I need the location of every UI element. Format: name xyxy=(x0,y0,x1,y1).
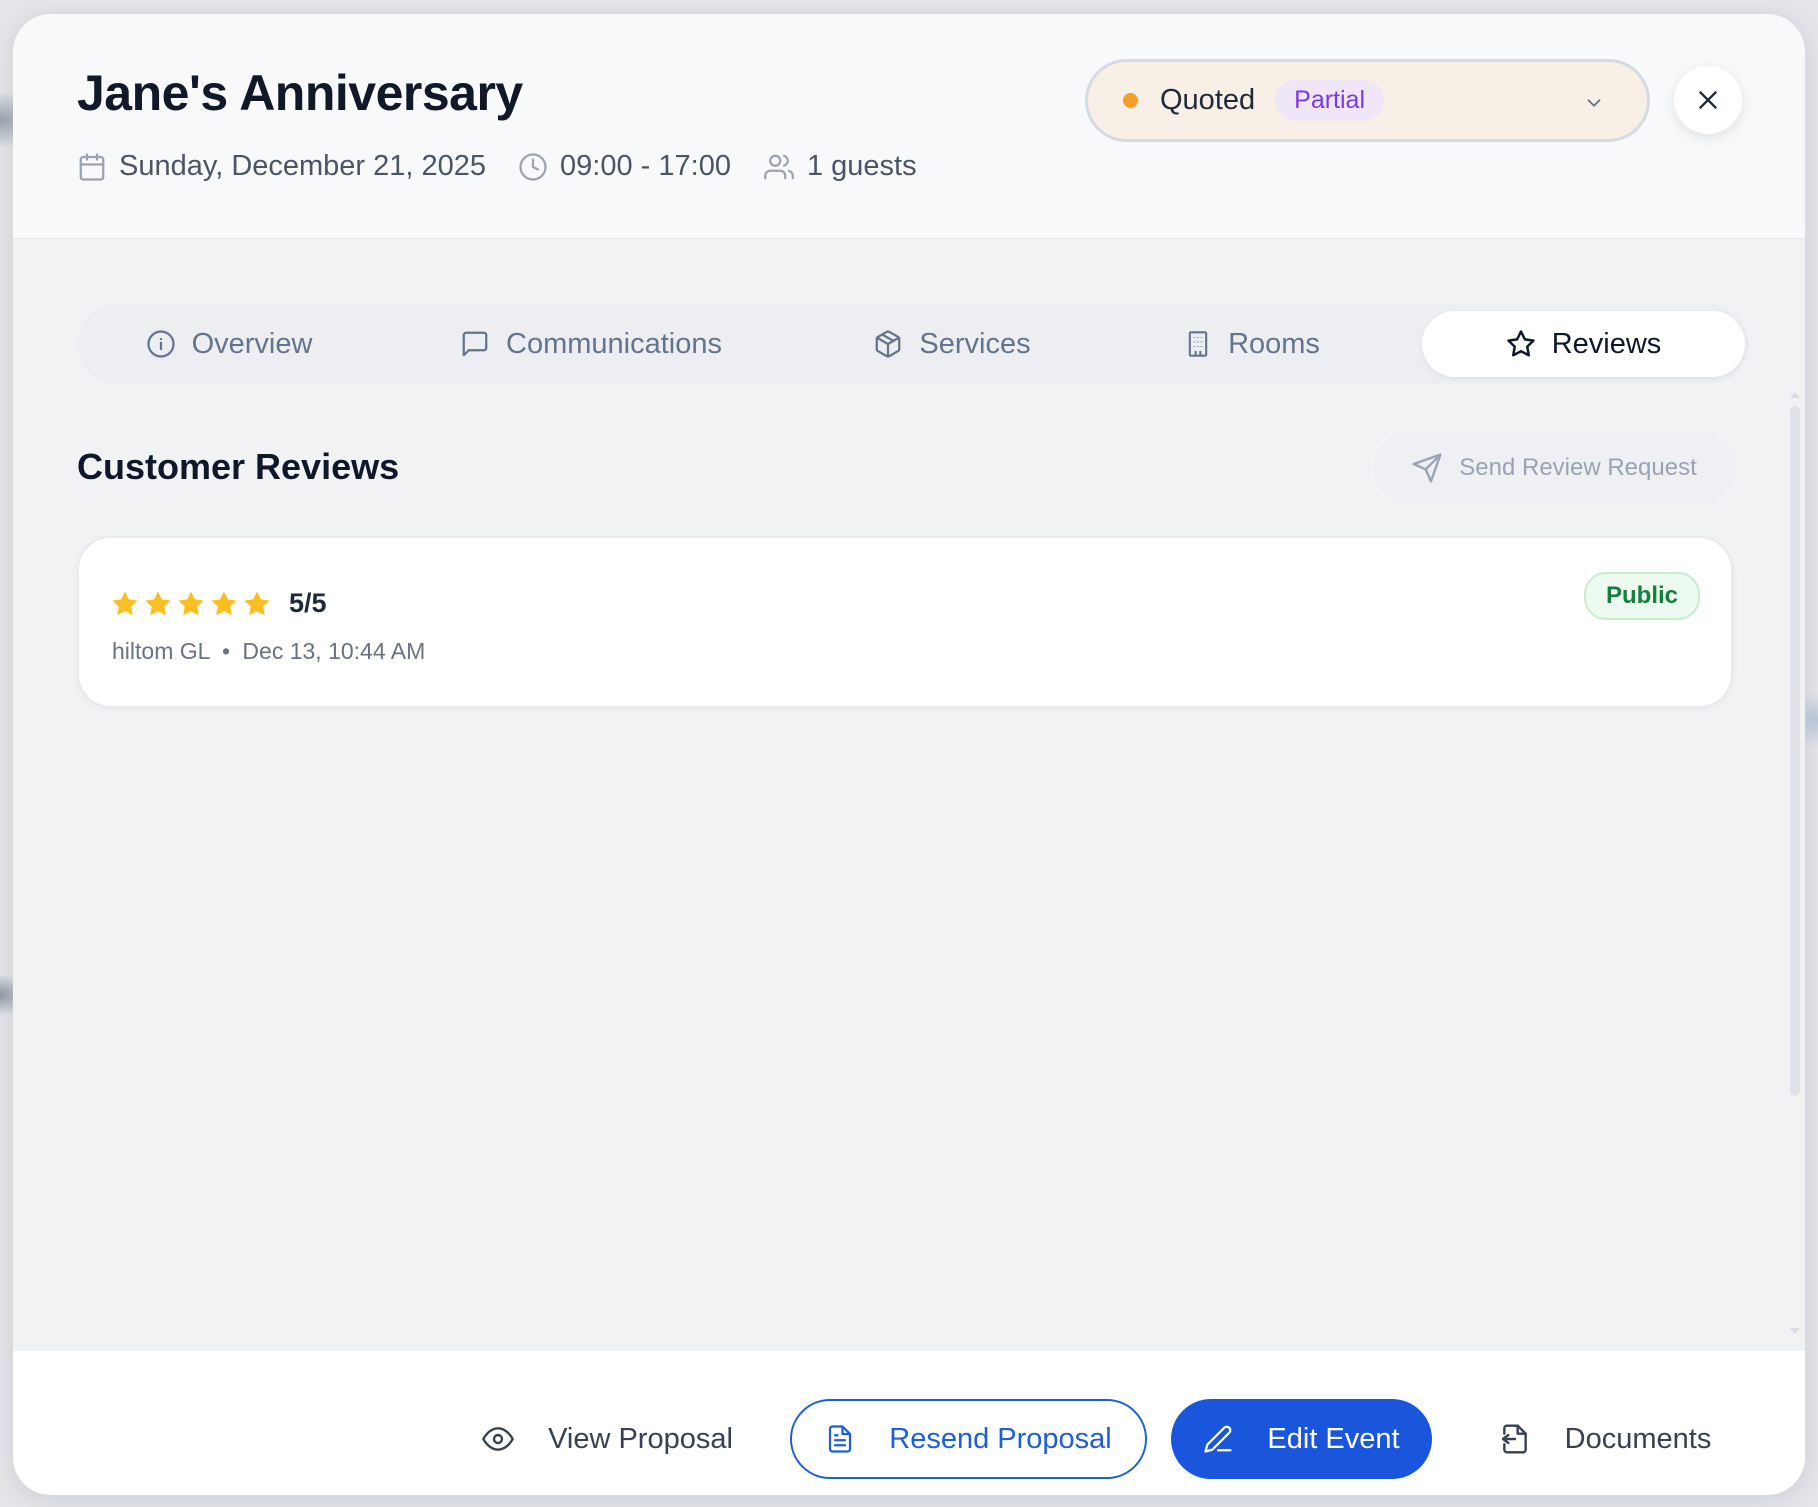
review-rating: 5/5 xyxy=(110,588,327,619)
review-author: hiltom GL xyxy=(112,638,210,664)
event-date-text: Sunday, December 21, 2025 xyxy=(119,150,487,182)
calendar-icon xyxy=(79,152,105,181)
documents-label: Documents xyxy=(1564,1422,1712,1455)
review-datetime: Dec 13, 10:44 AM xyxy=(242,638,426,664)
rating-value: 5/5 xyxy=(289,588,327,618)
message-icon xyxy=(462,331,488,357)
modal-header: Jane's Anniversary Sunday, December 21, … xyxy=(13,14,1805,239)
tab-reviews-label: Reviews xyxy=(1551,327,1662,360)
status-label: Quoted xyxy=(1160,84,1256,116)
package-icon xyxy=(876,330,901,358)
tab-services[interactable]: Services xyxy=(801,311,1103,377)
send-review-request-button[interactable]: Send Review Request xyxy=(1373,432,1735,504)
tab-overview-label: Overview xyxy=(191,327,313,360)
tab-communications-label: Communications xyxy=(506,327,722,360)
eye-icon xyxy=(482,1427,514,1451)
documents-button[interactable]: Documents xyxy=(1456,1399,1754,1479)
event-time: 09:00 - 17:00 xyxy=(518,150,731,183)
tab-overview[interactable]: Overview xyxy=(77,311,381,377)
close-button[interactable] xyxy=(1674,66,1742,134)
scroll-up-arrow[interactable] xyxy=(1789,390,1801,400)
tab-communications[interactable]: Communications xyxy=(381,311,801,377)
view-proposal-button[interactable]: View Proposal xyxy=(445,1399,770,1479)
star-icon xyxy=(1506,330,1535,357)
document-export-icon xyxy=(1501,1424,1527,1454)
users-icon xyxy=(764,154,794,179)
info-icon xyxy=(146,330,175,358)
modal-footer: View Proposal Resend Proposal Edit Event… xyxy=(13,1351,1805,1495)
resend-proposal-label: Resend Proposal xyxy=(889,1422,1112,1455)
resend-proposal-button[interactable]: Resend Proposal xyxy=(790,1399,1147,1479)
visibility-badge: Public xyxy=(1583,572,1700,620)
status-dot xyxy=(1123,93,1138,108)
meta-separator: • xyxy=(221,638,231,664)
event-date: Sunday, December 21, 2025 xyxy=(77,150,486,183)
file-text-icon xyxy=(829,1425,852,1453)
payment-status-badge: Partial xyxy=(1275,80,1385,121)
event-guests: 1 guests xyxy=(763,150,917,183)
star-filled-icon xyxy=(178,591,204,615)
event-title: Jane's Anniversary xyxy=(77,65,523,121)
star-filled-icon xyxy=(112,591,138,615)
status-dropdown[interactable]: Quoted Partial xyxy=(1085,59,1650,142)
edit-event-button[interactable]: Edit Event xyxy=(1171,1399,1432,1479)
pencil-icon xyxy=(1204,1425,1233,1453)
event-meta: Sunday, December 21, 2025 09:00 - 17:00 … xyxy=(77,150,949,183)
view-proposal-label: View Proposal xyxy=(548,1422,733,1455)
tab-services-label: Services xyxy=(919,327,1031,360)
event-time-text: 09:00 - 17:00 xyxy=(560,150,731,182)
customer-reviews-title: Customer Reviews xyxy=(77,446,400,487)
send-icon xyxy=(1412,453,1442,483)
scroll-down-arrow[interactable] xyxy=(1789,1326,1801,1336)
clock-icon xyxy=(519,152,547,181)
tab-reviews[interactable]: Reviews xyxy=(1422,311,1745,377)
send-review-request-label: Send Review Request xyxy=(1459,454,1697,481)
chevron-down-icon xyxy=(1587,99,1601,107)
tab-bar: Overview Communications Services Rooms R… xyxy=(77,304,1749,384)
review-card: 5/5 hiltom GL • Dec 13, 10:44 AM Public xyxy=(77,536,1733,708)
tab-rooms-label: Rooms xyxy=(1228,327,1320,360)
star-filled-icon xyxy=(211,591,237,615)
star-filled-icon xyxy=(244,591,270,615)
close-icon xyxy=(1699,91,1717,109)
star-filled-icon xyxy=(145,591,171,615)
review-meta: hiltom GL • Dec 13, 10:44 AM xyxy=(112,638,425,665)
tab-rooms[interactable]: Rooms xyxy=(1103,311,1401,377)
event-guests-text: 1 guests xyxy=(806,150,917,182)
event-modal: Jane's Anniversary Sunday, December 21, … xyxy=(13,14,1805,1495)
building-icon xyxy=(1188,331,1208,357)
edit-event-label: Edit Event xyxy=(1267,1422,1400,1455)
scrollbar-thumb[interactable] xyxy=(1790,406,1800,1096)
